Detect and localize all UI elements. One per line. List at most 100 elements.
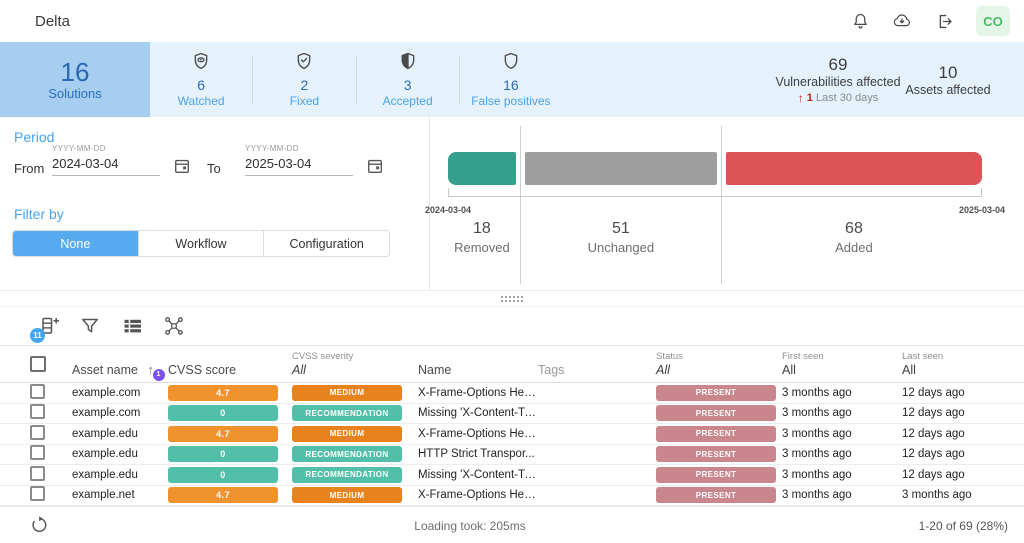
- table-row[interactable]: example.edu 0 RECOMMENDATION Missing 'X-…: [0, 465, 1024, 486]
- sort-indicator[interactable]: ↑ 1: [148, 361, 155, 379]
- cvss-severity-badge: RECOMMENDATION: [292, 467, 402, 483]
- delta-stat-value: 18: [448, 220, 516, 238]
- cvss-score-badge: 0: [168, 405, 278, 421]
- add-view-icon[interactable]: 11: [38, 316, 58, 336]
- false-positives-label: False positives: [471, 94, 550, 108]
- row-checkbox[interactable]: [30, 486, 45, 501]
- column-tags[interactable]: Tags: [538, 346, 656, 382]
- to-date-field: YYYY-MM-DD: [245, 144, 353, 176]
- last-seen-filter-value: All: [902, 363, 1024, 377]
- name-header-label: Name: [418, 352, 538, 377]
- stat-tile-watched[interactable]: 6 Watched: [150, 51, 252, 108]
- row-checkbox[interactable]: [30, 384, 45, 399]
- vulnerability-name-cell: X-Frame-Options Hea...: [418, 387, 538, 399]
- status-filter-value: All: [656, 363, 782, 377]
- status-badge: PRESENT: [656, 467, 776, 483]
- status-badge: PRESENT: [656, 487, 776, 503]
- stat-assets-affected: 10 Assets affected: [898, 42, 998, 117]
- vulnerabilities-label: Vulnerabilities affected: [775, 75, 900, 89]
- column-asset-name[interactable]: Asset name ↑ 1: [62, 346, 168, 382]
- stat-tile-false-positives[interactable]: 16 False positives: [460, 51, 562, 108]
- graph-icon[interactable]: [164, 316, 184, 336]
- first-seen-cell: 3 months ago: [782, 448, 902, 460]
- period-heading: Period: [14, 129, 54, 145]
- stat-tile-accepted[interactable]: 3 Accepted: [357, 51, 459, 108]
- assets-label: Assets affected: [905, 83, 990, 97]
- status-badge: PRESENT: [656, 446, 776, 462]
- column-cvss-severity[interactable]: CVSS severity All: [292, 346, 418, 382]
- asset-name-cell: example.edu: [62, 448, 168, 460]
- column-name[interactable]: Name: [418, 346, 538, 382]
- last-seen-cell: 3 months ago: [902, 489, 1024, 501]
- asset-name-cell: example.com: [62, 387, 168, 399]
- cvss-score-badge: 4.7: [168, 487, 278, 503]
- cvss-severity-badge: RECOMMENDATION: [292, 405, 402, 421]
- asset-name-cell: example.net: [62, 489, 168, 501]
- cvss-severity-badge: MEDIUM: [292, 487, 402, 503]
- column-last-seen[interactable]: Last seen All: [902, 346, 1024, 382]
- from-date-format: YYYY-MM-DD: [52, 144, 160, 153]
- delta-segment-removed: [448, 152, 516, 185]
- panel-splitter[interactable]: [0, 290, 1024, 307]
- row-checkbox[interactable]: [30, 404, 45, 419]
- first-seen-cell: 3 months ago: [782, 469, 902, 481]
- table-row[interactable]: example.net 4.7 MEDIUM X-Frame-Options H…: [0, 486, 1024, 507]
- watched-value: 6: [197, 77, 205, 93]
- row-checkbox[interactable]: [30, 466, 45, 481]
- chart-end-date: 2025-03-04: [959, 205, 1005, 215]
- first-seen-cell: 3 months ago: [782, 489, 902, 501]
- notifications-icon[interactable]: [850, 11, 870, 31]
- stat-tile-solutions[interactable]: 16 Solutions: [0, 42, 150, 117]
- last-seen-cell: 12 days ago: [902, 407, 1024, 419]
- table-row[interactable]: example.com 4.7 MEDIUM X-Frame-Options H…: [0, 383, 1024, 404]
- from-date-field: YYYY-MM-DD: [52, 144, 160, 176]
- views-count-badge: 11: [30, 328, 45, 343]
- vulnerability-name-cell: Missing 'X-Content-Ty...: [418, 469, 538, 481]
- columns-icon[interactable]: [122, 316, 142, 336]
- table-header: Asset name ↑ 1 CVSS score CVSS severity …: [0, 345, 1024, 383]
- delta-stat-label: Added: [726, 240, 982, 255]
- vulnerability-name-cell: X-Frame-Options Hea...: [418, 489, 538, 501]
- table-body: example.com 4.7 MEDIUM X-Frame-Options H…: [0, 383, 1024, 506]
- from-date-input[interactable]: [52, 153, 160, 176]
- to-date-input[interactable]: [245, 153, 353, 176]
- to-calendar-icon[interactable]: [366, 157, 384, 175]
- cvss-severity-badge: MEDIUM: [292, 385, 402, 401]
- stat-tile-fixed[interactable]: 2 Fixed: [253, 51, 355, 108]
- accepted-value: 3: [404, 77, 412, 93]
- table-row[interactable]: example.com 0 RECOMMENDATION Missing 'X-…: [0, 404, 1024, 425]
- row-checkbox[interactable]: [30, 425, 45, 440]
- cloud-download-icon[interactable]: [892, 11, 912, 31]
- table-row[interactable]: example.edu 4.7 MEDIUM X-Frame-Options H…: [0, 424, 1024, 445]
- vulnerabilities-value: 69: [829, 55, 848, 75]
- row-checkbox[interactable]: [30, 445, 45, 460]
- accepted-label: Accepted: [383, 94, 433, 108]
- logout-icon[interactable]: [934, 11, 954, 31]
- user-avatar[interactable]: CO: [976, 6, 1010, 36]
- select-all-checkbox[interactable]: [30, 356, 46, 372]
- delta-stat-label: Unchanged: [525, 240, 717, 255]
- column-first-seen[interactable]: First seen All: [782, 346, 902, 382]
- delta-chart: 2024-03-04 2025-03-04 18Removed51Unchang…: [430, 117, 1024, 290]
- filter-none-button[interactable]: None: [13, 231, 139, 256]
- delta-stats-row: 18Removed51Unchanged68Added: [448, 220, 982, 255]
- chart-start-date: 2024-03-04: [425, 205, 471, 215]
- delta-stat-removed: 18Removed: [448, 220, 516, 255]
- status-badge: PRESENT: [656, 385, 776, 401]
- first-seen-filter-value: All: [782, 363, 902, 377]
- asset-name-cell: example.com: [62, 407, 168, 419]
- filter-workflow-button[interactable]: Workflow: [139, 231, 265, 256]
- delta-divider: [717, 152, 726, 185]
- cvss-score-badge: 4.7: [168, 385, 278, 401]
- from-calendar-icon[interactable]: [173, 157, 191, 175]
- table-footer: Loading took: 205ms 1-20 of 69 (28%): [0, 506, 1024, 543]
- filter-configuration-button[interactable]: Configuration: [264, 231, 389, 256]
- false-positives-value: 16: [503, 77, 519, 93]
- vulnerability-name-cell: HTTP Strict Transpor...: [418, 448, 538, 460]
- first-seen-cell: 3 months ago: [782, 407, 902, 419]
- column-status[interactable]: Status All: [656, 346, 782, 382]
- status-badge: PRESENT: [656, 405, 776, 421]
- column-cvss-score[interactable]: CVSS score: [168, 346, 292, 382]
- filter-funnel-icon[interactable]: [80, 316, 100, 336]
- table-row[interactable]: example.edu 0 RECOMMENDATION HTTP Strict…: [0, 445, 1024, 466]
